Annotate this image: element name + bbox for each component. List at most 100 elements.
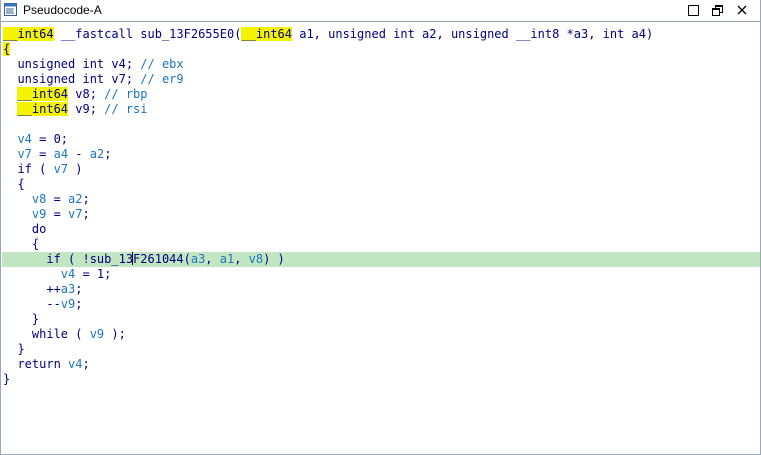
code-line[interactable]: __int64 v8; // rbp [2,87,760,102]
code-line[interactable]: ++a3; [2,282,760,297]
restore-icon[interactable] [709,3,725,17]
code-line[interactable]: { [2,237,760,252]
code-token: { [3,237,40,251]
comment-token: // rsi [104,102,148,116]
identifier-token: v7 [68,207,83,221]
identifier-token: v4 [17,132,32,146]
code-token: __fastcall sub_13F2655E0( [53,27,242,41]
code-line[interactable]: __int64 v9; // rsi [2,102,760,117]
code-token: -- [3,297,61,311]
comment-token: // er9 [140,72,184,86]
code-line[interactable]: --v9; [2,297,760,312]
code-token: - [68,147,90,161]
code-token: { [3,177,25,191]
title-bar[interactable]: Pseudocode-A [1,0,760,22]
code-line[interactable]: while ( v9 ); [2,327,760,342]
highlighted-token: { [3,42,11,56]
code-token: } [3,372,11,386]
identifier-token: a1 [219,252,235,266]
code-line[interactable]: unsigned int v4; // ebx [2,57,760,72]
code-line[interactable] [2,117,760,132]
code-token: unsigned int v7; [3,72,141,86]
identifier-token: a3 [190,252,206,266]
comment-token: // rbp [104,87,148,101]
code-line[interactable]: __int64 __fastcall sub_13F2655E0(__int64… [2,27,760,42]
code-token: ; [82,192,90,206]
code-token: ); [104,327,126,341]
code-token: ; [104,147,112,161]
code-token: v9; [68,102,105,116]
code-token: v8; [68,87,105,101]
code-token: ; [82,357,90,371]
code-token: = 1; [75,267,112,281]
code-line[interactable]: } [2,372,760,387]
code-line[interactable]: v4 = 0; [2,132,760,147]
code-token: a1, unsigned int a2, unsigned __int8 *a3… [292,27,654,41]
highlighted-token: __int64 [241,27,292,41]
identifier-token: v4 [60,267,76,281]
code-line[interactable]: if ( v7 ) [2,162,760,177]
code-token: ) [68,162,83,176]
code-line[interactable]: } [2,312,760,327]
code-line[interactable]: v9 = v7; [2,207,760,222]
code-token: if ( !sub_13 [3,252,134,266]
code-line[interactable]: return v4; [2,357,760,372]
code-token: , [205,252,220,266]
identifier-token: a2 [89,147,105,161]
code-token: ; [75,282,83,296]
code-line[interactable]: v8 = a2; [2,192,760,207]
identifier-token: a4 [53,147,69,161]
identifier-token: v8 [248,252,264,266]
highlighted-token: __int64 [17,87,69,101]
pseudocode-window-icon [4,3,17,16]
code-token: ) ) [263,252,285,266]
minimize-icon[interactable] [685,3,701,17]
code-token: do [3,222,47,236]
identifier-token: a2 [68,192,83,206]
code-line[interactable]: do [2,222,760,237]
code-token: , [234,252,249,266]
code-line[interactable]: v4 = 1; [2,267,760,282]
code-line[interactable]: { [2,42,760,57]
identifier-token: a3 [60,282,76,296]
code-token: ; [75,297,83,311]
current-code-line[interactable]: if ( !sub_13F261044(a3, a1, v8) ) [2,252,760,267]
code-token: if ( [3,162,54,176]
pseudocode-window: Pseudocode-A __int64 __fastcall sub_13F2… [0,0,761,455]
code-token: = [46,207,69,221]
comment-token: // ebx [140,57,184,71]
window-title: Pseudocode-A [23,3,102,17]
identifier-token: v9 [31,207,47,221]
identifier-token: v7 [17,147,32,161]
code-token: } [3,342,25,356]
code-token: = 0; [31,132,69,146]
code-token: while ( [3,327,90,341]
code-line[interactable]: unsigned int v7; // er9 [2,72,760,87]
code-token: } [3,312,40,326]
identifier-token: v9 [60,297,76,311]
code-token: return [3,357,69,371]
identifier-token: v9 [89,327,105,341]
close-icon[interactable] [734,3,750,17]
pseudocode-editor[interactable]: __int64 __fastcall sub_13F2655E0(__int64… [2,22,760,454]
code-token: = [31,147,54,161]
identifier-token: v7 [53,162,69,176]
identifier-token: v4 [68,357,83,371]
code-token: ++ [3,282,61,296]
code-token: ; [82,207,90,221]
code-line[interactable]: } [2,342,760,357]
code-line[interactable]: v7 = a4 - a2; [2,147,760,162]
code-token: F261044( [133,252,191,266]
highlighted-token: __int64 [3,27,54,41]
identifier-token: v8 [31,192,47,206]
code-line[interactable]: { [2,177,760,192]
highlighted-token: __int64 [17,102,69,116]
code-token: = [46,192,69,206]
